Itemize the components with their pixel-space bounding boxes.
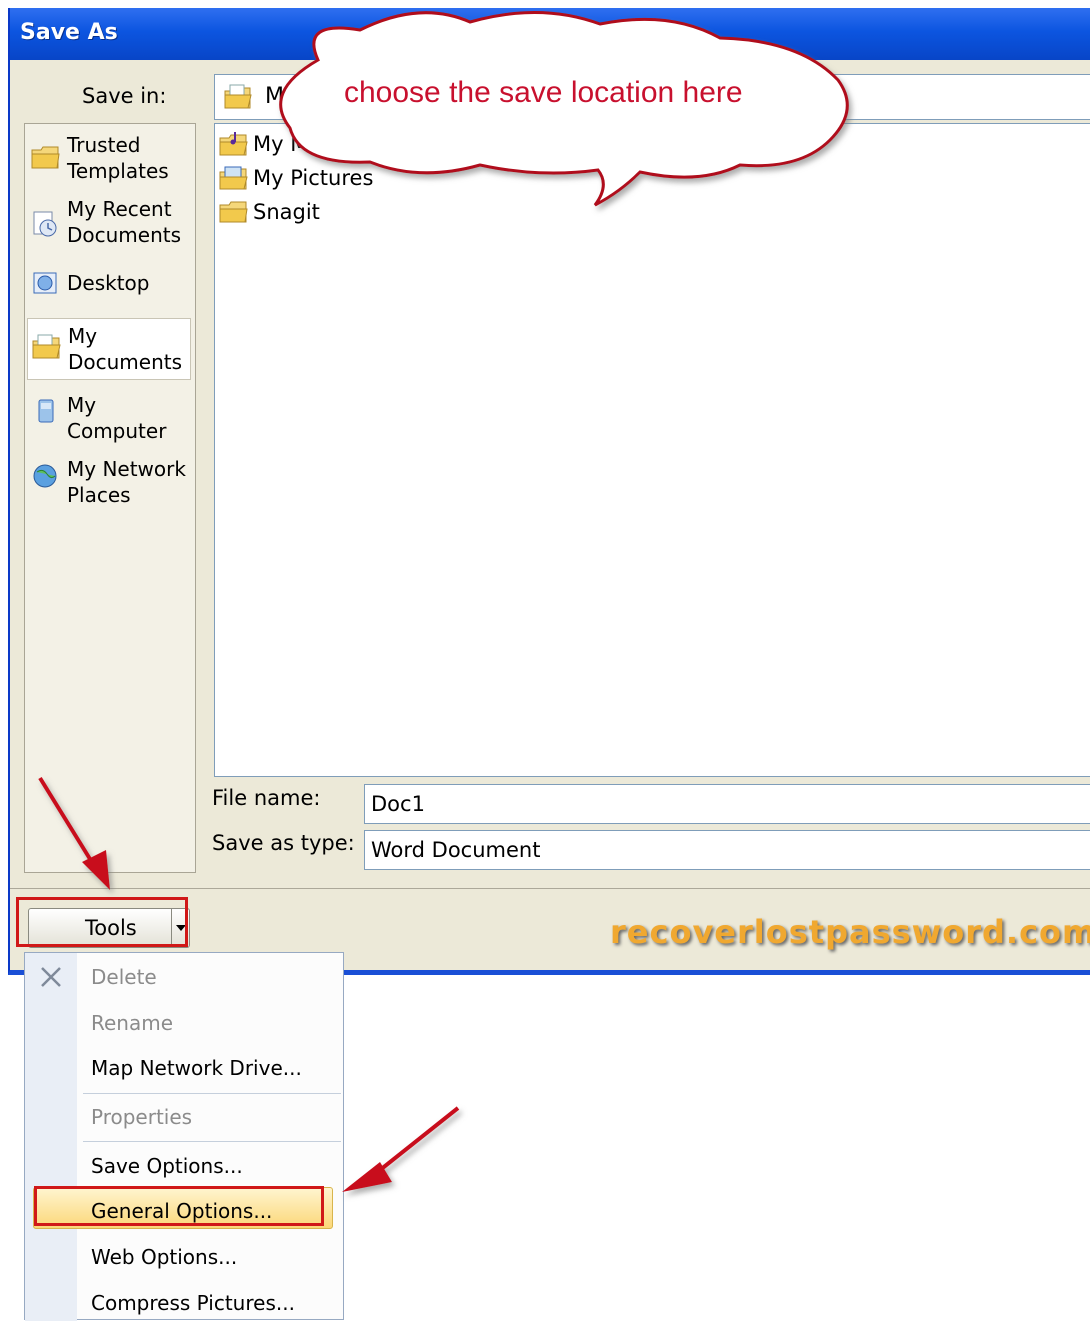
menu-separator xyxy=(83,1141,341,1142)
computer-icon xyxy=(38,399,54,423)
menu-item-properties[interactable]: Properties xyxy=(91,1105,192,1129)
places-bar: Trusted Templates My Recent Documents Desk… xyxy=(24,123,196,873)
recent-documents-icon xyxy=(33,211,57,237)
file-name-input[interactable]: Doc1 xyxy=(364,784,1090,824)
menu-item-delete[interactable]: Delete xyxy=(91,965,157,989)
place-label: Desktop xyxy=(67,271,150,295)
save-in-value: My xyxy=(265,84,298,109)
file-name: My Pictures xyxy=(253,166,374,190)
menu-item-rename[interactable]: Rename xyxy=(91,1011,173,1035)
menu-item-web-options[interactable]: Web Options... xyxy=(91,1245,237,1269)
callout-text: choose the save location here xyxy=(344,76,743,109)
place-label: My Network Places xyxy=(67,457,186,507)
place-my-recent-documents[interactable]: My Recent Documents xyxy=(27,196,191,252)
folder-icon xyxy=(31,146,60,169)
my-documents-icon xyxy=(224,84,252,109)
arrow-to-general-options xyxy=(342,1106,460,1192)
menu-gutter xyxy=(25,953,77,1321)
file-list[interactable]: My Music My Pictures Snagit xyxy=(214,123,1090,777)
place-label: My Documents xyxy=(68,324,183,374)
file-name-label: File name: xyxy=(212,786,321,810)
place-my-documents[interactable]: My Documents xyxy=(27,318,191,380)
save-as-type-label: Save as type: xyxy=(212,831,355,855)
place-label: My Computer xyxy=(67,393,167,443)
file-name: My Music xyxy=(253,132,350,156)
menu-item-compress-pictures[interactable]: Compress Pictures... xyxy=(91,1291,295,1315)
place-trusted-templates[interactable]: Trusted Templates xyxy=(27,132,191,188)
tools-menu: Delete Rename Map Network Drive... Prope… xyxy=(24,952,344,1321)
watermark: recoverlostpassword.com xyxy=(610,913,1090,951)
desktop-icon xyxy=(33,272,57,294)
file-name-value: Doc1 xyxy=(371,792,425,816)
network-icon xyxy=(33,464,57,488)
place-my-computer[interactable]: My Computer xyxy=(27,392,191,448)
place-my-network-places[interactable]: My Network Places xyxy=(27,456,191,512)
menu-item-map-network-drive[interactable]: Map Network Drive... xyxy=(91,1056,302,1080)
pictures-folder-icon xyxy=(219,166,248,190)
menu-item-save-options[interactable]: Save Options... xyxy=(91,1154,243,1178)
window-title: Save As xyxy=(20,20,118,45)
save-as-dialog: Save As Save in: My Trusted Templates My … xyxy=(8,8,1090,975)
place-label: My Recent Documents xyxy=(67,197,182,247)
menu-separator xyxy=(83,1093,341,1094)
delete-x-icon xyxy=(41,967,61,987)
my-documents-icon xyxy=(32,334,61,359)
tools-highlight-box xyxy=(16,897,188,947)
place-desktop[interactable]: Desktop xyxy=(27,270,191,302)
file-name: Snagit xyxy=(253,200,320,224)
divider xyxy=(10,888,1090,889)
save-as-type-select[interactable]: Word Document xyxy=(364,830,1090,870)
music-folder-icon xyxy=(219,132,248,156)
save-in-label: Save in: xyxy=(82,84,167,108)
folder-icon xyxy=(219,201,248,223)
place-label: Trusted Templates xyxy=(67,133,169,183)
title-bar: Save As xyxy=(10,8,1090,60)
save-as-type-value: Word Document xyxy=(371,838,541,862)
general-options-highlight-box xyxy=(34,1186,324,1226)
